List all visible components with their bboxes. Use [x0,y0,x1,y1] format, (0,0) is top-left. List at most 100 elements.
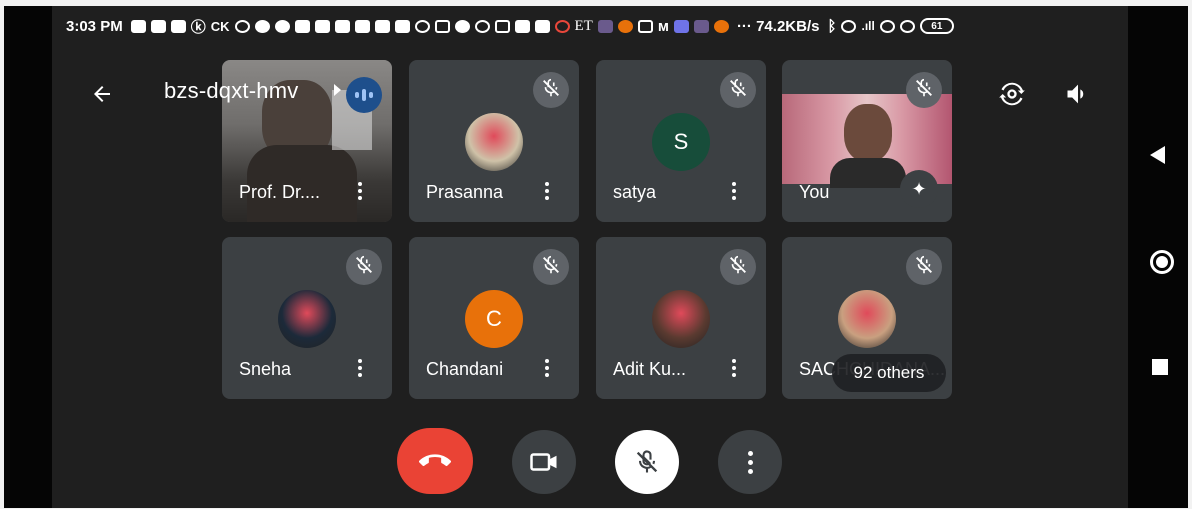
ck-icon: CK [210,18,230,34]
participant-name: Prof. Dr.... [239,182,321,202]
mic-off-icon [913,254,935,281]
participant-name: Sneha [239,359,292,379]
app-icon [534,19,550,33]
participant-more-button[interactable] [537,176,557,206]
more-vert-icon [358,359,362,363]
message-icon [170,19,186,33]
participant-name: Prasanna [426,182,504,202]
image-icon [597,19,613,33]
more-options-button[interactable] [718,430,782,494]
nav-recents-button[interactable] [1152,359,1168,375]
participant-more-button[interactable] [350,353,370,383]
youtube-icon [314,19,330,33]
app-icon [254,19,270,33]
youtube-icon [354,19,370,33]
more-vert-icon [732,182,736,186]
app-icon [274,19,290,33]
effects-button[interactable]: ✦ [900,170,938,208]
message-icon [130,19,146,33]
pinterest-icon [414,19,430,33]
signal-icon: .ıll [861,19,875,33]
participant-more-button[interactable] [537,353,557,383]
mic-off-icon [636,450,658,473]
participant-name: Chandani [426,359,504,379]
status-time: 3:03 PM [66,17,123,35]
participant-tile[interactable]: C Chandani [409,237,579,399]
participant-name: Adit Ku... [613,359,687,379]
participant-tile[interactable]: Sneha [222,237,392,399]
phone-screen: 3:03 PM ⓚ CK ET ᴍ ··· 74.2KB/s ᛒ .ıll 61… [4,6,1188,508]
more-vert-icon [358,182,362,186]
youtube-icon [334,19,350,33]
home-circle-icon [1156,256,1168,268]
et-icon: ET [574,17,593,34]
message-icon [150,19,166,33]
muted-badge [906,249,942,285]
app-icon [673,19,689,33]
wifi-icon [879,19,895,33]
app-icon [554,19,570,33]
nav-home-button[interactable] [1150,250,1174,274]
app-icon [617,19,633,33]
meeting-title-row: bzs-dqxt-hmv [52,68,1128,120]
switch-camera-icon [999,82,1025,106]
end-call-button[interactable] [397,428,473,494]
status-bar: 3:03 PM ⓚ CK ET ᴍ ··· 74.2KB/s ᛒ .ıll 61 [66,6,1126,46]
wifi-icon [899,19,915,33]
muted-badge [533,249,569,285]
participant-avatar [278,290,336,348]
more-vert-icon [747,450,753,456]
app-icon [454,19,470,33]
muted-badge [346,249,382,285]
video-camera-icon [530,453,557,471]
app-icon [514,19,530,33]
caret-right-icon[interactable] [334,84,341,96]
more-vert-icon [545,359,549,363]
more-vert-dot [747,468,753,474]
participant-avatar: S [652,113,710,171]
battery-icon: 61 [919,18,954,34]
bluetooth-icon: ᛒ [827,17,837,35]
participant-name: You [799,182,830,202]
meeting-code[interactable]: bzs-dqxt-hmv [164,78,298,104]
youtube-icon [374,19,390,33]
muted-badge [720,249,756,285]
participant-name: satya [613,182,657,202]
k-icon: ⓚ [190,18,206,36]
participant-more-button[interactable] [724,353,744,383]
others-count-chip[interactable]: 92 others [832,354,946,392]
switch-camera-button[interactable] [992,74,1032,114]
participant-avatar [465,113,523,171]
participant-avatar [652,290,710,348]
system-icons: ᛒ .ıll 61 [827,17,954,35]
speaker-button[interactable] [1058,74,1098,114]
image-icon [693,19,709,33]
notification-icons: ⓚ CK ET ᴍ [130,16,729,37]
android-nav-bar [1128,46,1188,506]
mic-button[interactable] [615,430,679,494]
participant-tile[interactable]: Adit Ku... [596,237,766,399]
video-icon [494,19,510,33]
mic-off-icon [353,254,375,281]
participant-avatar [838,290,896,348]
youtube-icon [394,19,410,33]
more-vert-dot [747,459,753,465]
end-call-icon [419,454,451,467]
camera-button[interactable] [512,430,576,494]
instagram-icon [637,19,653,33]
mic-off-icon [727,254,749,281]
nav-back-button[interactable] [1150,146,1165,164]
volume-icon [1067,84,1084,104]
mic-off-icon [540,254,562,281]
audio-activity-icon [346,77,382,113]
more-vert-icon [545,182,549,186]
graduation-cap-icon [234,19,250,33]
participant-avatar: C [465,290,523,348]
app-icon [713,19,729,33]
youtube-icon [294,19,310,33]
alarm-icon [841,19,857,33]
bell-icon [474,19,490,33]
network-speed: ··· 74.2KB/s [736,17,820,35]
participant-more-button[interactable] [724,176,744,206]
participant-more-button[interactable] [350,176,370,206]
